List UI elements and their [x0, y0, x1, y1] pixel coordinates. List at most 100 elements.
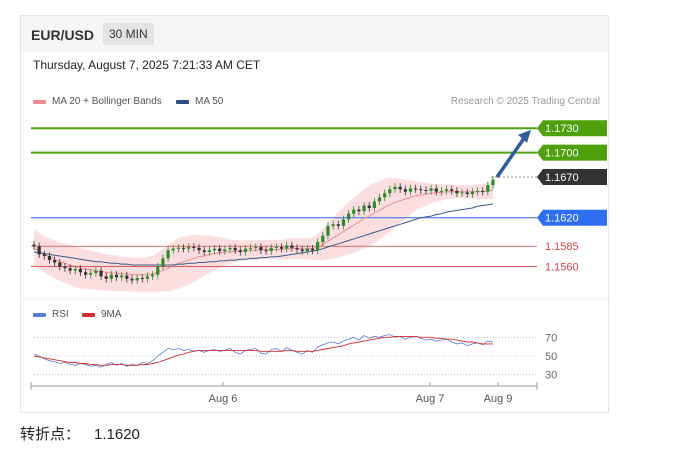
candle-body	[269, 247, 273, 252]
rsi-tick-label: 70	[545, 332, 557, 344]
level-label: 1.1730	[545, 123, 579, 135]
candle-body	[450, 189, 454, 191]
candle-body	[212, 248, 217, 251]
candle-body	[125, 275, 129, 279]
candle-body	[78, 269, 83, 273]
candle-body	[181, 247, 186, 249]
candle-body	[47, 256, 52, 261]
candle-body	[346, 213, 351, 220]
candle-body	[403, 189, 407, 192]
candle-body	[310, 248, 315, 251]
candle-body	[326, 225, 330, 236]
forecast-arrow	[495, 135, 527, 179]
candle-body	[290, 245, 294, 248]
candle-body	[424, 190, 428, 192]
candle-body	[53, 260, 57, 263]
candle-body	[166, 250, 170, 259]
candle-body	[341, 219, 346, 226]
price-chart: 1.1730 1.1700 1.1670 1.1620 1.1585 1.1560 70 50…	[21, 120, 610, 405]
candle-body	[83, 272, 88, 275]
x-tick-label: Aug 9	[484, 393, 513, 405]
candle-body	[316, 242, 320, 251]
candle-body	[94, 270, 98, 274]
candle-body	[321, 235, 325, 243]
rsi-ma-line	[33, 335, 493, 366]
candle-body	[383, 193, 387, 198]
candle-body	[73, 269, 77, 271]
candle-body	[99, 270, 103, 277]
candle-body	[135, 277, 139, 281]
candle-body	[228, 247, 232, 250]
candle-body	[37, 246, 41, 255]
candle-body	[352, 209, 356, 214]
pivot-label: 转折点：	[20, 426, 81, 443]
candle-body	[238, 250, 242, 252]
candle-body	[460, 192, 464, 194]
candle-body	[279, 247, 284, 249]
candle-body	[357, 209, 361, 212]
candle-body	[331, 224, 335, 226]
candle-body	[233, 247, 237, 251]
candle-body	[109, 274, 113, 279]
level-label: 1.1620	[545, 213, 579, 225]
forecast-arrow-head	[518, 129, 531, 143]
candle-body	[187, 247, 191, 249]
candle-body	[176, 247, 181, 249]
candle-body	[68, 268, 72, 271]
candle-body	[171, 248, 175, 251]
level-label: 1.1560	[545, 262, 579, 274]
candle-body	[197, 247, 201, 251]
candle-body	[63, 266, 67, 269]
candle-body	[151, 274, 155, 277]
candle-body	[223, 249, 227, 252]
candle-body	[393, 186, 397, 190]
candle-body	[362, 205, 366, 212]
x-tick-label: Aug 6	[209, 393, 238, 405]
pivot-line: 转折点： 1.1620	[20, 423, 140, 444]
candle-body	[140, 277, 144, 279]
candle-body	[120, 275, 124, 278]
candle-body	[274, 247, 278, 249]
candle-body	[145, 276, 150, 279]
candle-body	[414, 188, 418, 190]
rsi-tick-label: 30	[545, 370, 557, 382]
candle-body	[32, 244, 36, 247]
rsi-tick-label: 50	[545, 351, 557, 363]
candle-body	[156, 266, 160, 275]
candle-body	[439, 190, 444, 192]
candle-body	[444, 189, 449, 191]
candle-body	[89, 273, 93, 275]
candle-body	[114, 274, 119, 278]
candle-body	[455, 190, 459, 194]
candle-body	[367, 205, 371, 208]
candle-body	[470, 191, 474, 195]
candle-body	[398, 186, 402, 190]
candle-body	[486, 185, 490, 192]
candle-body	[207, 250, 211, 252]
candle-body	[58, 262, 62, 267]
candle-body	[192, 247, 196, 249]
level-label: 1.1700	[545, 148, 579, 160]
x-tick-label: Aug 7	[416, 393, 445, 405]
candle-body	[130, 278, 134, 281]
candle-body	[259, 247, 263, 251]
candle-body	[202, 250, 206, 252]
level-label: 1.1585	[545, 241, 579, 253]
candle-body	[419, 189, 423, 191]
candle-body	[305, 248, 309, 252]
candle-body	[377, 197, 382, 202]
candle-body	[218, 248, 222, 252]
bollinger-band	[34, 177, 493, 293]
candle-body	[295, 247, 299, 250]
candle-body	[249, 247, 253, 249]
candle-body	[388, 189, 392, 194]
candle-body	[408, 188, 413, 192]
candle-body	[481, 190, 485, 192]
candle-body	[372, 201, 376, 208]
candle-body	[465, 192, 469, 195]
pivot-value: 1.1620	[94, 426, 140, 443]
candle-body	[285, 245, 289, 249]
candle-body	[300, 249, 304, 252]
candle-body	[336, 224, 340, 226]
candle-body	[429, 188, 433, 191]
